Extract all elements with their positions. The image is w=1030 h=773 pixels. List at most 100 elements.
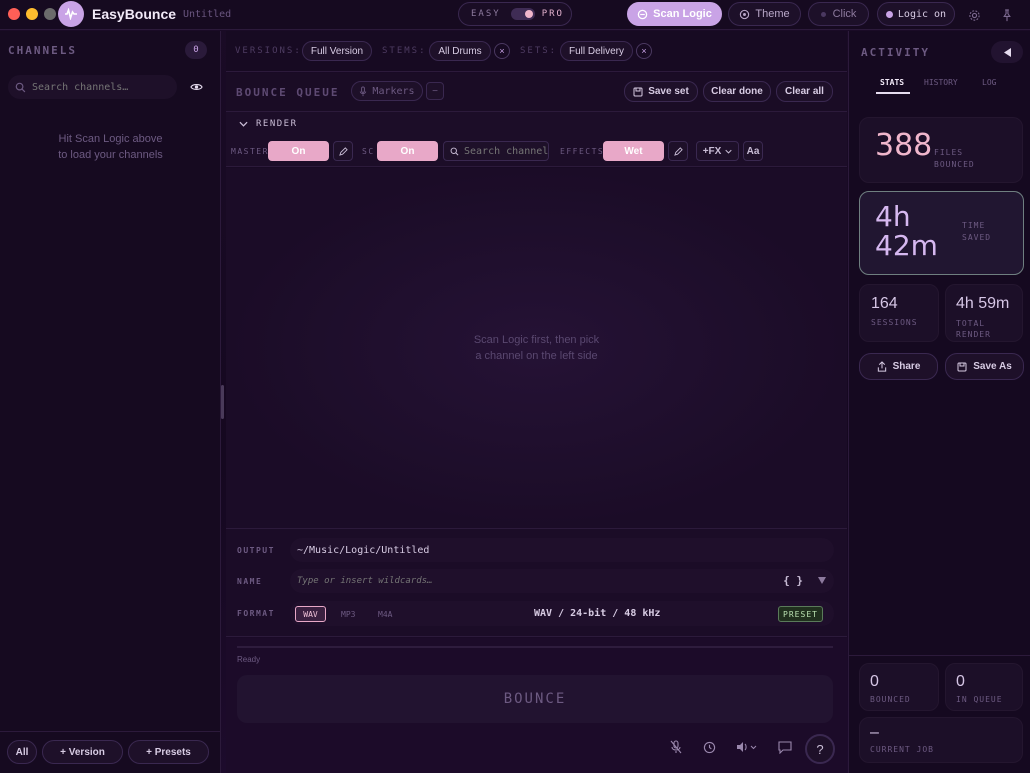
add-presets-button[interactable]: + Presets (128, 740, 209, 764)
collapse-panel-button[interactable] (991, 41, 1023, 63)
output-label: OUTPUT (237, 546, 275, 555)
logic-status-dot (885, 10, 893, 18)
save-icon (957, 362, 967, 372)
wildcards-button[interactable]: { } (783, 574, 803, 587)
click-button[interactable]: Click (808, 2, 869, 26)
mode-switch[interactable] (510, 8, 535, 20)
channels-empty-state: Hit Scan Logic above to load your channe… (0, 131, 221, 163)
triangle-down-icon[interactable] (818, 577, 826, 584)
chevron-down-icon[interactable] (237, 118, 249, 130)
search-icon (450, 147, 459, 156)
eye-icon[interactable] (189, 80, 203, 94)
mode-pro-label[interactable]: PRO (542, 9, 564, 19)
format-label: FORMAT (237, 609, 275, 618)
tab-log[interactable]: LOG (982, 78, 996, 87)
render-channel-search[interactable] (443, 141, 549, 161)
volume-icon[interactable] (735, 739, 759, 755)
render-channel-search-input[interactable] (464, 145, 548, 157)
effects-edit-button[interactable] (668, 141, 688, 161)
output-path-field[interactable]: ~/Music/Logic/Untitled (290, 538, 834, 562)
tab-history[interactable]: HISTORY (924, 78, 958, 87)
queue-empty-line-2: a channel on the left side (475, 350, 598, 362)
bounce-button[interactable]: BOUNCE (237, 675, 833, 723)
scan-logic-button[interactable]: Scan Logic (627, 2, 722, 26)
current-job-card: – CURRENT JOB (859, 717, 1023, 763)
logic-status-label: Logic on (897, 8, 947, 20)
remove-stems-icon[interactable]: × (494, 43, 510, 59)
total-render-label: TOTAL RENDER (956, 319, 991, 339)
time-saved-label: TIME SAVED (962, 221, 992, 242)
sc-toggle[interactable]: On (377, 141, 438, 161)
add-fx-dropdown[interactable]: +FX (696, 141, 739, 161)
activity-panel: ACTIVITY STATS HISTORY LOG 388 FILES BOUN… (848, 31, 1030, 773)
channel-count-badge: 0 (185, 41, 207, 59)
remove-sets-icon[interactable]: × (636, 43, 652, 59)
share-button[interactable]: Share (859, 353, 938, 380)
chat-icon[interactable] (777, 739, 793, 755)
share-icon (877, 361, 887, 372)
preset-button[interactable]: PRESET (778, 606, 823, 622)
markers-button[interactable]: Markers (351, 81, 423, 101)
versions-chip[interactable]: Full Version (302, 41, 372, 61)
time-saved-value: 4h 42m (875, 200, 938, 262)
channel-search-input[interactable] (32, 81, 172, 93)
app-title: EasyBounce (92, 6, 177, 22)
name-input[interactable] (297, 576, 757, 586)
clear-done-button[interactable]: Clear done (703, 81, 771, 102)
app-logo-icon (58, 1, 84, 27)
format-mp3-option[interactable]: MP3 (341, 610, 355, 619)
mode-toggle[interactable]: EASY PRO (458, 2, 572, 26)
time-saved-card: 4h 42m TIME SAVED (859, 191, 1024, 275)
save-as-button[interactable]: Save As (945, 353, 1024, 380)
channel-search[interactable] (8, 75, 177, 99)
add-fx-label: +FX (702, 145, 722, 157)
search-icon (15, 82, 26, 93)
markers-minus-button[interactable]: − (426, 82, 444, 100)
files-bounced-value: 388 (875, 128, 933, 163)
channels-title: CHANNELS (8, 44, 77, 57)
help-button[interactable]: ? (805, 734, 835, 764)
zoom-window-button[interactable] (44, 8, 56, 20)
master-label: MASTER (231, 147, 269, 156)
minimize-window-button[interactable] (26, 8, 38, 20)
palette-icon (739, 9, 750, 20)
filter-all-button[interactable]: All (7, 740, 37, 764)
triangle-left-icon (1003, 47, 1011, 57)
text-case-button[interactable]: Aa (743, 141, 763, 161)
format-m4a-option[interactable]: M4A (378, 610, 392, 619)
name-field[interactable]: { } (290, 569, 834, 593)
mode-easy-label[interactable]: EASY (471, 9, 501, 19)
master-edit-button[interactable] (333, 141, 353, 161)
panel-resize-handle[interactable] (221, 385, 224, 419)
app-window: EasyBounce Untitled EASY PRO Scan Logic … (0, 0, 1030, 773)
gear-icon[interactable] (966, 7, 982, 23)
name-label: NAME (237, 577, 263, 586)
save-as-label: Save As (973, 361, 1012, 372)
bounced-value: 0 (870, 673, 879, 690)
history-clock-icon[interactable] (701, 739, 717, 755)
effects-toggle[interactable]: Wet (603, 141, 664, 161)
chevron-down-icon (725, 149, 732, 154)
master-toggle[interactable]: On (268, 141, 329, 161)
logic-status-badge[interactable]: Logic on (877, 2, 955, 26)
markers-label: Markers (372, 85, 415, 97)
close-window-button[interactable] (8, 8, 20, 20)
activity-title: ACTIVITY (861, 46, 930, 59)
microphone-off-icon[interactable] (668, 739, 684, 755)
sessions-value: 164 (871, 295, 898, 312)
tab-stats[interactable]: STATS (880, 78, 904, 87)
sessions-label: SESSIONS (871, 318, 918, 327)
format-wav-option[interactable]: WAV (295, 606, 326, 622)
add-version-button[interactable]: + Version (42, 740, 123, 764)
theme-button[interactable]: Theme (728, 2, 801, 26)
status-text: Ready (237, 655, 261, 664)
stems-chip[interactable]: All Drums (429, 41, 491, 61)
microphone-icon (359, 85, 367, 97)
pin-icon[interactable] (999, 7, 1015, 23)
sets-chip[interactable]: Full Delivery (560, 41, 633, 61)
clear-all-button[interactable]: Clear all (776, 81, 833, 102)
save-set-button[interactable]: Save set (624, 81, 698, 102)
progress-bar (237, 646, 833, 648)
effects-label: EFFECTS (560, 147, 605, 156)
queue-empty-state: Scan Logic first, then pick a channel on… (226, 332, 847, 364)
